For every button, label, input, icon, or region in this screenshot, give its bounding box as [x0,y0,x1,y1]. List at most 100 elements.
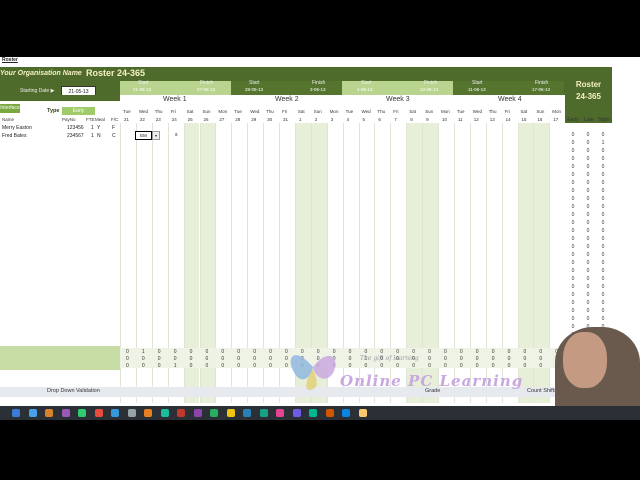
employee-2-name[interactable]: Fred Bates [2,133,26,139]
count-cell: 0 [586,244,590,250]
interface-button[interactable]: Interface [0,104,20,113]
employee-2-meal[interactable]: N [97,133,101,139]
taskbar-app-icon[interactable] [276,409,284,417]
sheet-tab-drop-down-validation[interactable]: Drop Down Validation [47,388,100,394]
organisation-name[interactable]: Your Organisation Name [0,70,82,77]
taskbar-app-icon[interactable] [28,409,37,417]
total-cell: 0 [412,363,415,369]
taskbar-app-icon[interactable] [111,409,119,417]
total-cell: 0 [126,356,129,362]
taskbar-app-icon[interactable] [210,409,218,417]
count-cell: 0 [586,316,590,322]
total-cell: 0 [157,356,161,362]
total-cell: 0 [348,349,352,355]
count-cell: 0 [586,180,590,186]
count-cell: 0 [601,276,605,282]
taskbar-app-icon[interactable] [259,409,268,417]
day-name-header: Fri [504,109,510,114]
day-number-header: 16 [537,117,543,122]
taskbar-app-icon[interactable] [193,409,202,417]
week4-finish-date: 17-06-13 [532,87,551,92]
taskbar-app-icon[interactable] [45,409,53,417]
day-name-header: Fri [282,109,288,114]
taskbar-app-icon[interactable] [61,409,70,417]
total-cell: 0 [459,356,463,362]
taskbar-app-icon[interactable] [160,409,169,417]
count-cell: 0 [571,172,575,178]
total-cell: 0 [269,356,272,362]
taskbar-app-icon[interactable] [78,409,86,417]
employee-1-meal[interactable]: Y [97,125,100,131]
shift-dropdown-arrow[interactable]: ▾ [152,131,160,140]
day-number-header: 23 [155,117,161,122]
employee-2-fc[interactable]: C [112,133,116,139]
taskbar-app-icon[interactable] [127,409,136,417]
week1-start-label: Start [138,80,149,86]
count-cell: 0 [571,156,575,162]
employee-2-payno[interactable]: 234567 [67,133,84,139]
taskbar-app-icon[interactable] [243,409,251,417]
total-cell: 0 [523,363,527,369]
total-cell: 0 [475,363,479,369]
butterfly-logo-icon [290,355,336,390]
week1-label: Week 1 [163,96,187,103]
day-number-header: 15 [521,117,527,122]
day-number-header: 3 [330,117,334,122]
day-name-header: Tue [345,109,354,114]
employee-2-fte[interactable]: 1 [91,133,94,139]
count-cell: 0 [586,156,590,162]
day-name-header: Fri [170,109,176,114]
total-cell: 0 [491,356,495,362]
total-cell: 0 [189,363,193,369]
taskbar-app-icon[interactable] [177,409,185,417]
taskbar-app-icon[interactable] [325,409,334,417]
count-cell: 0 [571,276,575,282]
employee-1-payno[interactable]: 123456 [67,125,84,131]
day-name-header: Tue [123,109,131,114]
sheet-name-label: Roster [2,57,18,63]
total-cell: 0 [523,349,527,355]
day-number-header: 17 [553,117,559,122]
type-select[interactable]: Early [62,107,95,115]
shift-cell-selected[interactable]: EM [135,131,152,140]
day-number-header: 26 [203,117,209,122]
shift-cell-s[interactable]: s [175,132,178,138]
count-cell: 1 [601,140,605,146]
week4-start-label: Start [472,80,483,86]
employee-1-fte[interactable]: 1 [91,125,94,131]
taskbar-app-icon[interactable] [12,409,20,417]
total-cell: 1 [173,363,177,369]
week3-label: Week 3 [386,96,410,103]
taskbar-app-icon[interactable] [292,409,301,417]
count-cell: 0 [601,132,605,138]
count-cell: 0 [601,180,605,186]
count-cell: 0 [586,164,590,170]
taskbar-app-icon[interactable] [358,409,367,417]
employee-1-fc[interactable]: F [112,125,115,131]
day-number-header: 9 [426,117,429,122]
sheet-tab-count-shifts[interactable]: Count Shifts [527,388,557,394]
count-cell: 0 [586,212,590,218]
count-cell: 0 [586,220,590,226]
total-cell: 0 [157,363,161,369]
taskbar-app-icon[interactable] [342,409,350,417]
week2-finish-date: 3-06-13 [310,87,326,92]
count-cell: 0 [571,188,575,194]
total-cell: 0 [141,356,145,362]
employee-1-name[interactable]: Merry Easton [2,125,32,131]
count-cell: 0 [571,164,575,170]
count-cell: 0 [586,140,590,146]
day-name-header: Tue [456,109,465,114]
taskbar-app-icon[interactable] [309,409,317,417]
taskbar-app-icon[interactable] [226,409,235,417]
total-cell: 0 [173,349,177,355]
taskbar-app-icon[interactable] [144,409,152,417]
day-number-header: 12 [473,117,479,122]
count-cell: 0 [586,236,590,242]
week2-start-date: 28-05-13 [245,87,264,92]
count-cell: 0 [571,260,575,266]
count-cell: 0 [586,308,590,314]
count-cell: 0 [601,188,605,194]
taskbar-app-icon[interactable] [94,409,103,417]
count-cell: 0 [586,260,590,266]
